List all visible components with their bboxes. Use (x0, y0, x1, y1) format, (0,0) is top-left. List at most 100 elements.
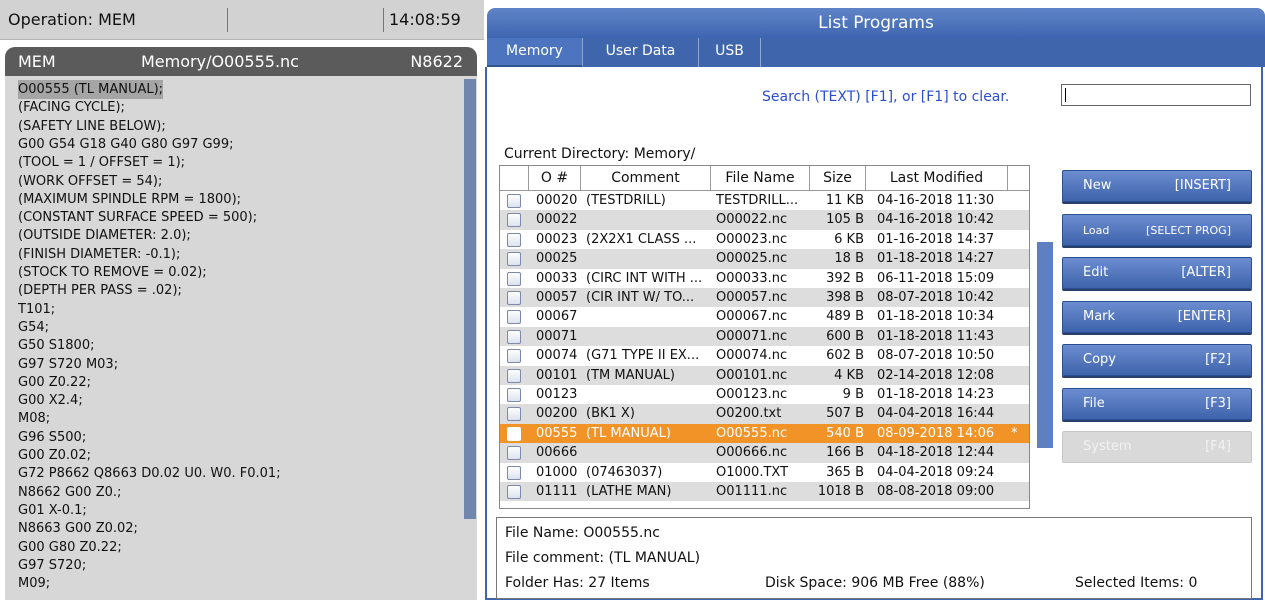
row-checkbox[interactable] (507, 388, 521, 402)
code-line[interactable]: N8662 G00 Z0.; (18, 483, 121, 502)
table-row[interactable]: 00071 O00071.nc 600 B 01-18-2018 11:43 (500, 326, 1029, 347)
code-line[interactable]: G97 S720; (18, 556, 86, 575)
table-row[interactable]: 00057 (CIR INT W/ TO... O00057.nc 398 B 08-0… (500, 288, 1029, 308)
code-line[interactable]: (CONSTANT SURFACE SPEED = 500); (18, 208, 257, 227)
code-line[interactable]: G97 S720 M03; (18, 355, 118, 374)
code-line[interactable]: G00 Z0.02; (18, 446, 91, 465)
row-checkbox[interactable] (507, 232, 521, 247)
code-line[interactable]: G01 X-0.1; (18, 501, 87, 520)
code-line[interactable]: (TOOL = 1 / OFFSET = 1); (18, 153, 185, 172)
load-button[interactable]: Load [SELECT PROG] (1062, 213, 1252, 246)
table-row[interactable]: 01111 (LATHE MAN) O01111.nc 1018 B 08-08-201… (500, 482, 1029, 502)
code-line[interactable]: G96 S500; (18, 428, 86, 447)
row-checkbox[interactable] (507, 291, 521, 305)
cell-file-name: O00057.nc (716, 290, 788, 305)
button-key-hint: [F2] (1205, 352, 1231, 367)
cell-file-name: O00074.nc (716, 348, 788, 364)
cell-comment: (CIRC INT WITH ... (586, 270, 703, 286)
row-checkbox[interactable] (507, 426, 521, 441)
column-header-size[interactable]: Size (810, 166, 866, 191)
column-header-file-name[interactable]: File Name (711, 166, 810, 191)
code-line[interactable]: (STOCK TO REMOVE = 0.02); (18, 263, 207, 282)
tab-user-data[interactable]: User Data (583, 38, 699, 67)
code-line[interactable]: G00 G80 Z0.22; (18, 538, 122, 557)
row-checkbox[interactable] (507, 310, 521, 325)
row-checkbox[interactable] (507, 465, 521, 480)
search-input[interactable] (1061, 84, 1251, 106)
cell-size: 11 KB (825, 193, 864, 208)
cell-last-modified: 01-18-2018 11:43 (877, 328, 995, 344)
column-header-comment[interactable]: Comment (581, 166, 711, 191)
table-row[interactable]: 00025 O00025.nc 18 B 01-18-2018 14:27 (500, 249, 1029, 269)
table-row[interactable]: 00067 O00067.nc 489 B 01-18-2018 10:34 (500, 307, 1029, 326)
code-line[interactable]: T101; (18, 300, 55, 319)
code-line[interactable]: (FACING CYCLE); (18, 98, 125, 117)
table-row[interactable]: 00123 O00123.nc 9 B 01-18-2018 14:23 (500, 385, 1029, 404)
file-button[interactable]: File [F3] (1062, 387, 1252, 420)
code-line[interactable]: (FINISH DIAMETER: -0.1); (18, 245, 180, 264)
code-line[interactable]: G00 Z0.22; (18, 373, 91, 392)
code-line[interactable]: G54; (18, 318, 49, 337)
table-row[interactable]: 00666 O00666.nc 166 B 04-18-2018 12:44 (500, 443, 1029, 463)
cell-comment: (2X2X1 CLASS ... (586, 231, 697, 247)
cell-comment: (TL MANUAL) (586, 425, 671, 441)
row-checkbox[interactable] (507, 213, 521, 228)
new-button[interactable]: New [INSERT] (1062, 170, 1252, 202)
program-list-scrollbar[interactable] (1037, 242, 1053, 448)
row-checkbox[interactable] (507, 485, 521, 499)
code-line[interactable]: (WORK OFFSET = 54); (18, 172, 162, 191)
row-checkbox[interactable] (507, 349, 521, 364)
table-row-selected[interactable]: 00555 (TL MANUAL) O00555.nc 540 B 08-09-2018… (500, 423, 1029, 444)
program-code-display[interactable]: O00555 (TL MANUAL); (FACING CYCLE); (SAFET… (5, 76, 477, 600)
tab-memory[interactable]: Memory (487, 38, 583, 67)
row-checkbox[interactable] (507, 252, 521, 267)
cell-onum: 01000 (536, 464, 578, 480)
cell-file-name: O00071.nc (716, 328, 788, 344)
table-row[interactable]: 00020 (TESTDRILL) TESTDRILL... 11 KB 04-16-2… (500, 191, 1029, 210)
cell-onum: 00067 (536, 309, 578, 325)
code-line[interactable]: G50 S1800; (18, 336, 94, 355)
row-checkbox[interactable] (507, 329, 521, 344)
row-checkbox[interactable] (507, 194, 521, 208)
edit-button[interactable]: Edit [ALTER] (1062, 257, 1252, 289)
code-line[interactable]: N8663 G00 Z0.02; (18, 519, 138, 538)
column-header-onum[interactable]: O # (529, 166, 581, 191)
cell-onum: 00555 (536, 425, 578, 441)
row-checkbox[interactable] (507, 407, 521, 422)
cell-last-modified: 06-11-2018 15:09 (877, 270, 995, 286)
code-line[interactable]: M09; (18, 574, 50, 593)
info-disk-space: Disk Space: 906 MB Free (88%) (765, 575, 985, 591)
current-code-line[interactable]: O00555 (TL MANUAL); (18, 80, 164, 99)
column-header-last-modified[interactable]: Last Modified (866, 166, 1008, 191)
cell-comment: (CIR INT W/ TO... (586, 290, 695, 305)
code-line[interactable]: (MAXIMUM SPINDLE RPM = 1800); (18, 190, 241, 209)
mark-button[interactable]: Mark [ENTER] (1062, 300, 1252, 333)
code-line[interactable]: M08; (18, 409, 50, 428)
table-row[interactable]: 00101 (TM MANUAL) O00101.nc 4 KB 02-14-2018 … (500, 365, 1029, 385)
tab-usb[interactable]: USB (699, 38, 761, 67)
cell-onum: 00022 (536, 212, 578, 228)
copy-button[interactable]: Copy [F2] (1062, 344, 1252, 376)
code-line[interactable]: (DEPTH PER PASS = .02); (18, 281, 182, 300)
row-checkbox[interactable] (507, 368, 521, 383)
code-line[interactable]: G00 G54 G18 G40 G80 G97 G99; (18, 135, 233, 154)
table-row[interactable]: 00200 (BK1 X) O0200.txt 507 B 04-04-2018 16:… (500, 404, 1029, 424)
code-line[interactable]: (OUTSIDE DIAMETER: 2.0); (18, 226, 191, 245)
clock-time: 14:08:59 (389, 10, 461, 29)
code-line[interactable]: (SAFETY LINE BELOW); (18, 117, 166, 136)
row-checkbox[interactable] (507, 446, 521, 461)
code-scrollbar[interactable] (464, 79, 476, 519)
cell-file-name: O00555.nc (716, 425, 788, 441)
cell-file-name: O1000.TXT (716, 464, 789, 480)
status-divider (227, 8, 228, 32)
row-checkbox[interactable] (507, 271, 521, 286)
table-row[interactable]: 00074 (G71 TYPE II EX... O00074.nc 602 B 08-… (500, 346, 1029, 365)
cell-size: 4 KB (834, 367, 864, 383)
table-row[interactable]: 00022 O00022.nc 105 B 04-16-2018 10:42 (500, 210, 1029, 230)
code-line[interactable]: G72 P8662 Q8663 D0.02 U0. W0. F0.01; (18, 464, 281, 483)
table-row[interactable]: 01000 (07463037) O1000.TXT 365 B 04-04-2018 … (500, 463, 1029, 482)
cell-file-name: O0200.txt (716, 406, 782, 422)
table-row[interactable]: 00033 (CIRC INT WITH ... O00033.nc 392 B 06-… (500, 269, 1029, 288)
code-line[interactable]: G00 X2.4; (18, 391, 83, 410)
table-row[interactable]: 00023 (2X2X1 CLASS ... O00023.nc 6 KB 01-16-… (500, 230, 1029, 249)
